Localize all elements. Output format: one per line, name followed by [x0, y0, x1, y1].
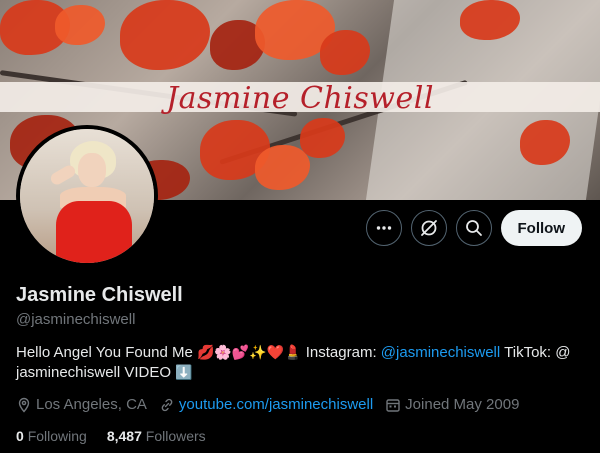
- website[interactable]: youtube.com/jasminechiswell: [159, 396, 373, 413]
- user-handle: @jasminechiswell: [16, 311, 136, 328]
- banner-name-strip: Jasmine Chiswell: [0, 81, 600, 116]
- banner-flower: [255, 145, 310, 190]
- bio-instagram-label: Instagram:: [305, 344, 377, 361]
- location-icon: [18, 397, 30, 413]
- grok-button[interactable]: [410, 210, 447, 246]
- banner-flower: [300, 118, 345, 158]
- avatar-dress: [56, 201, 132, 263]
- banner-flower: [120, 0, 210, 70]
- bio-lead: Hello Angel You Found Me: [16, 344, 193, 361]
- more-icon: [376, 226, 391, 230]
- bio-video-label: VIDEO: [124, 364, 172, 381]
- join-date: Joined May 2009: [385, 396, 519, 413]
- followers-count: 8,487: [106, 428, 142, 444]
- banner-script-name: Jasmine Chiswell: [166, 80, 434, 116]
- bio-tiktok-label: TikTok:: [504, 344, 552, 361]
- link-icon: [161, 398, 173, 411]
- calendar-icon: [386, 398, 400, 412]
- profile-meta: Los Angeles, CA youtube.com/jasminechisw…: [16, 396, 519, 413]
- profile-actions: Follow: [365, 210, 582, 246]
- followers-link[interactable]: 8,487 Followers: [107, 428, 206, 444]
- avatar[interactable]: [16, 125, 158, 267]
- banner-flower: [320, 30, 370, 75]
- follow-button[interactable]: Follow: [500, 210, 582, 246]
- instagram-link[interactable]: @jasminechiswell: [381, 344, 500, 361]
- bio-emojis: 💋🌸💕✨❤️💄: [196, 345, 302, 361]
- bio: Hello Angel You Found Me 💋🌸💕✨❤️💄 Instagr…: [16, 343, 586, 383]
- more-button[interactable]: [365, 210, 402, 246]
- search-button[interactable]: [455, 210, 492, 246]
- grok-icon: [420, 220, 437, 236]
- follow-counts: 0 Following 8,487 Followers: [16, 428, 206, 444]
- following-link[interactable]: 0 Following: [16, 428, 87, 444]
- following-count: 0: [16, 428, 24, 444]
- followers-label: Followers: [145, 428, 206, 444]
- join-date-text: Joined May 2009: [405, 396, 520, 413]
- down-arrow-icon: ⬇️: [175, 365, 193, 381]
- location: Los Angeles, CA: [16, 396, 147, 413]
- display-name: Jasmine Chiswell: [16, 284, 183, 306]
- website-link[interactable]: youtube.com/jasminechiswell: [179, 396, 373, 413]
- location-text: Los Angeles, CA: [36, 396, 147, 413]
- search-icon: [465, 220, 482, 236]
- banner-flower: [55, 5, 105, 45]
- following-label: Following: [27, 428, 87, 444]
